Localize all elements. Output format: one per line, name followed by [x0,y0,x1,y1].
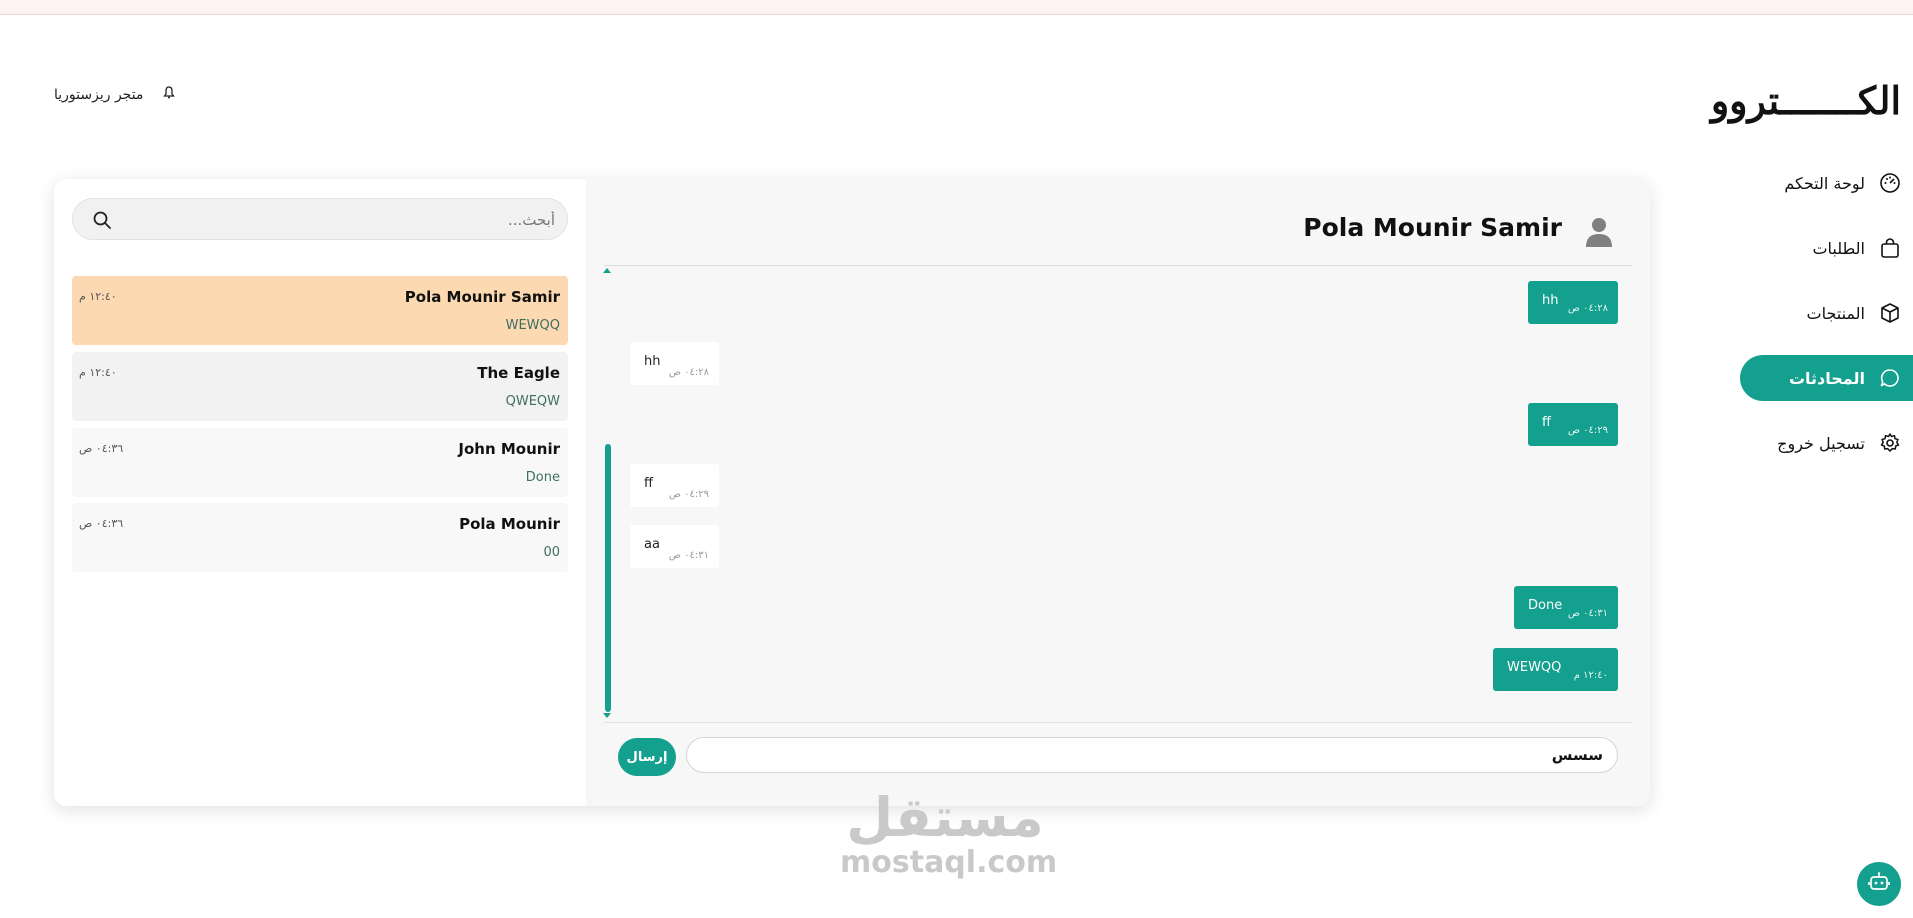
sidebar-item-label: لوحة التحكم [1784,173,1865,193]
conversation-time: ١٢:٤٠ م [79,290,117,303]
scroll-up-arrow[interactable] [603,268,611,273]
store-selector[interactable]: متجر ريزستوريا [54,86,176,103]
conversation-name: Pola Mounir [459,515,560,533]
bell-icon[interactable] [163,86,176,103]
store-name: متجر ريزستوريا [54,86,144,103]
conversation-item[interactable]: Pola Mounir 00 ٠٤:٣٦ ص [72,503,568,572]
conversation-item[interactable]: The Eagle QWEQW ١٢:٤٠ م [72,352,568,421]
message-text: hh [1542,293,1559,308]
sidebar-item-label: المنتجات [1806,303,1866,323]
sidebar-item-logout[interactable]: تسجيل خروج [1740,420,1913,466]
message-incoming: ff ٠٤:٢٩ ص [630,464,719,507]
search-box[interactable] [72,198,568,240]
conversation-list-pane: Pola Mounir Samir WEWQQ ١٢:٤٠ م The Eagl… [54,179,586,806]
message-time: ٠٤:٢٨ ص [668,367,709,378]
conversation-preview: WEWQQ [505,318,560,333]
sidebar: لوحة التحكم الطلبات المنتجات المحادثات ت… [1740,160,1913,485]
search-input[interactable] [133,205,557,235]
message-outgoing: Done ٠٤:٣١ ص [1514,586,1618,629]
watermark: مستقل mostaql.com [840,786,1058,880]
search-icon[interactable] [91,209,113,231]
conversation-name: Pola Mounir Samir [404,288,560,306]
watermark-latin: mostaql.com [840,845,1058,880]
conversation-time: ٠٤:٣٦ ص [79,517,124,530]
shopping-bag-icon [1879,237,1901,259]
message-outgoing: WEWQQ ١٢:٤٠ م [1493,648,1618,691]
chat-header: Pola Mounir Samir [604,179,1632,266]
sidebar-item-orders[interactable]: الطلبات [1740,225,1913,271]
message-outgoing: hh ٠٤:٢٨ ص [1528,281,1618,324]
conversation-time: ١٢:٤٠ م [79,366,117,379]
conversation-preview: Done [525,470,560,485]
avatar-icon [1584,215,1614,249]
sidebar-item-label: الطلبات [1812,238,1865,258]
browser-top-strip [0,0,1913,15]
brand-logo[interactable]: الكـــــــتروو [1711,78,1901,123]
chatbot-button[interactable] [1857,862,1901,906]
message-input[interactable] [686,737,1618,773]
robot-icon [1868,871,1890,897]
message-text: Done [1528,598,1563,613]
message-outgoing: ff ٠٤:٢٩ ص [1528,403,1618,446]
composer-divider [604,722,1632,723]
sidebar-item-label: تسجيل خروج [1777,433,1865,453]
message-text: aa [644,537,660,552]
gear-icon [1879,432,1901,454]
conversation-name: John Mounir [458,440,560,458]
message-time: ٠٤:٢٩ ص [668,489,709,500]
conversation-time: ٠٤:٣٦ ص [79,442,124,455]
message-time: ٠٤:٢٨ ص [1567,303,1608,314]
chat-bubble-icon [1879,367,1901,389]
message-text: hh [644,354,661,369]
dashboard-icon [1879,172,1901,194]
conversation-item[interactable]: John Mounir Done ٠٤:٣٦ ص [72,428,568,497]
conversation-preview: QWEQW [505,394,560,409]
message-text: ff [644,476,653,491]
message-text: ff [1542,415,1551,430]
message-time: ٠٤:٣١ ص [668,550,709,561]
scrollbar-thumb[interactable] [605,444,611,712]
box-icon [1879,302,1901,324]
message-incoming: hh ٠٤:٢٨ ص [630,342,719,385]
message-incoming: aa ٠٤:٣١ ص [630,525,719,568]
chat-card: Pola Mounir Samir WEWQQ ١٢:٤٠ م The Eagl… [54,179,1650,806]
sidebar-item-dashboard[interactable]: لوحة التحكم [1740,160,1913,206]
message-time: ١٢:٤٠ م [1573,670,1608,681]
chat-pane: Pola Mounir Samir hh ٠٤:٢٨ ص hh ٠٤:٢٨ ص … [586,179,1650,806]
message-time: ٠٤:٢٩ ص [1567,425,1608,436]
message-time: ٠٤:٣١ ص [1567,608,1608,619]
chat-contact-name: Pola Mounir Samir [1303,213,1562,242]
sidebar-item-products[interactable]: المنتجات [1740,290,1913,336]
conversation-name: The Eagle [477,364,560,382]
watermark-arabic: مستقل [846,786,1044,849]
message-text: WEWQQ [1507,660,1562,675]
conversation-preview: 00 [543,545,560,560]
sidebar-item-label: المحادثات [1788,368,1865,388]
conversation-item[interactable]: Pola Mounir Samir WEWQQ ١٢:٤٠ م [72,276,568,345]
sidebar-item-chats[interactable]: المحادثات [1740,355,1913,401]
send-button[interactable]: إرسال [618,738,676,776]
scroll-down-arrow[interactable] [603,713,611,718]
